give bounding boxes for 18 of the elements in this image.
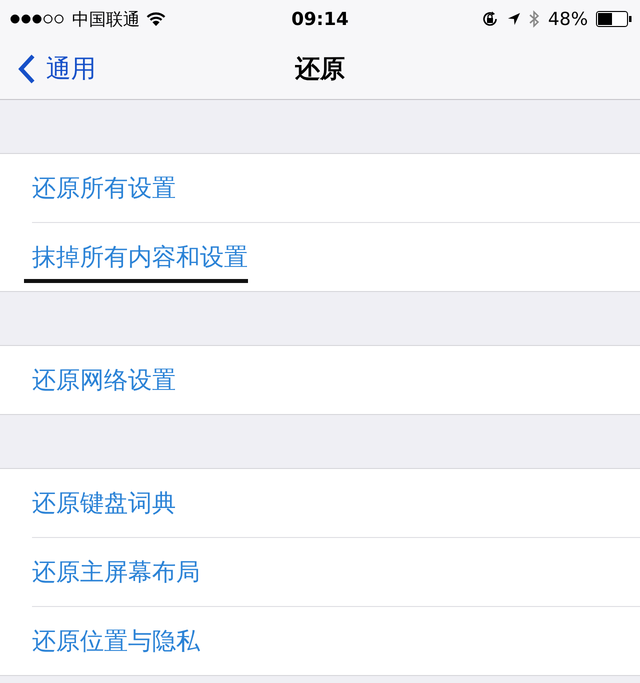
carrier-name: 中国联通 (72, 8, 140, 30)
rotation-lock-icon (480, 10, 499, 28)
reset-option[interactable]: 还原网络设置 (32, 364, 176, 406)
signal-icon (10, 13, 66, 25)
reset-option[interactable]: 还原键盘词典 (32, 487, 176, 529)
battery-percentage: 48% (548, 8, 588, 30)
reset-option[interactable]: 还原主屏幕布局 (32, 556, 200, 598)
clock-time: 09:14 (291, 8, 349, 30)
location-arrow-icon (506, 12, 521, 26)
reset-option[interactable]: 抹掉所有内容和设置 (24, 241, 248, 283)
wifi-icon (146, 12, 166, 26)
chevron-left-icon (18, 54, 36, 84)
reset-option[interactable]: 还原位置与隐私 (32, 625, 200, 667)
back-button[interactable]: 通用 (0, 52, 96, 85)
battery-icon (596, 11, 632, 27)
reset-option[interactable]: 还原所有设置 (32, 172, 176, 214)
bluetooth-icon (528, 10, 540, 28)
screen-title: 还原 (295, 53, 345, 85)
